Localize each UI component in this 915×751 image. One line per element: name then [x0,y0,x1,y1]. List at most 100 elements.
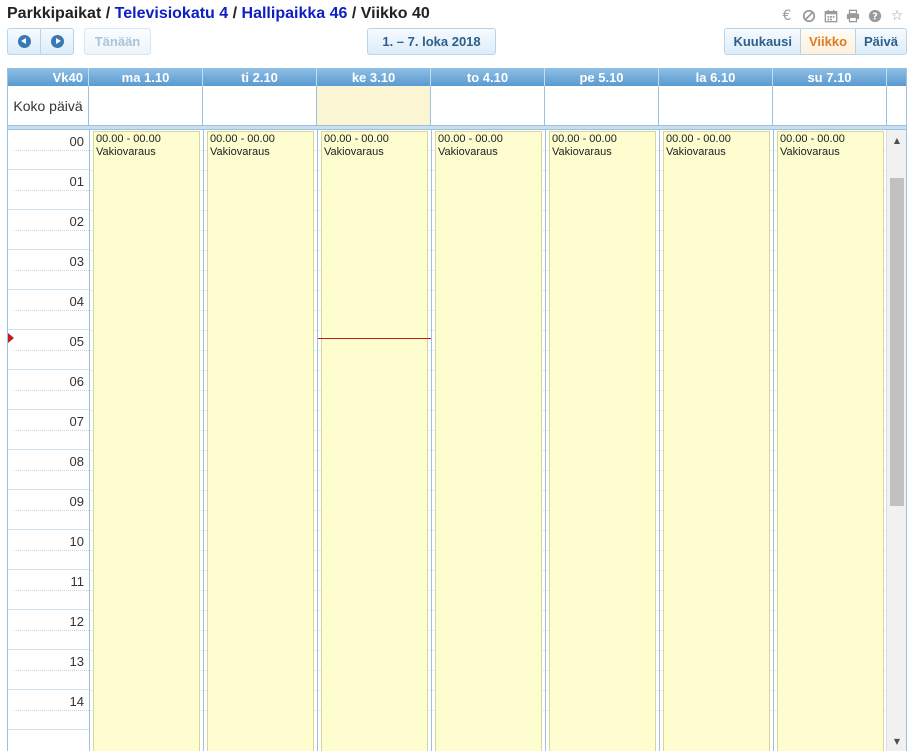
prev-week-button[interactable] [8,29,40,54]
day-header[interactable]: ma 1.10 [89,68,203,86]
today-button[interactable]: Tänään [84,28,151,55]
breadcrumb-separator: / [351,5,357,22]
half-hour-line [14,270,89,271]
half-hour-line [14,470,89,471]
hour-slot: 09 [8,490,89,530]
scroll-up-arrow-icon[interactable]: ▲ [887,133,906,147]
day-header[interactable]: ke 3.10 [317,68,431,86]
hour-label: 10 [69,534,84,549]
reservation-event[interactable]: 00.00 - 00.00 Vakiovaraus [207,131,314,751]
view-week-button[interactable]: Viikko [799,29,856,54]
event-title: Vakiovaraus [210,146,270,158]
reservation-event[interactable]: 00.00 - 00.00 Vakiovaraus [549,131,656,751]
scrollbar-thumb[interactable] [890,178,904,506]
breadcrumb-location-link[interactable]: Televisiokatu 4 [115,5,229,22]
prev-next-group [7,28,74,55]
scroll-down-arrow-icon[interactable]: ▼ [887,734,906,748]
half-hour-line [14,430,89,431]
hour-slot: 04 [8,290,89,330]
hour-slot: 14 [8,690,89,730]
print-icon[interactable] [845,8,861,24]
half-hour-line [14,190,89,191]
reservation-event[interactable]: 00.00 - 00.00 Vakiovaraus [663,131,770,751]
breadcrumb-separator: / [105,5,111,22]
help-icon[interactable]: ? [867,8,883,24]
event-time: 00.00 - 00.00 [438,133,503,145]
euro-icon[interactable]: € [779,8,795,24]
event-title: Vakiovaraus [780,146,840,158]
vertical-scrollbar[interactable]: ▲ ▼ [886,130,906,751]
hour-slot: 00 [8,130,89,170]
hour-label: 02 [69,214,84,229]
day-column[interactable]: 00.00 - 00.00 Vakiovaraus [203,130,317,751]
event-time: 00.00 - 00.00 [552,133,617,145]
breadcrumb-current: Viikko 40 [360,5,430,22]
all-day-cell[interactable] [203,86,317,125]
day-column[interactable]: 00.00 - 00.00 Vakiovaraus [317,130,431,751]
event-title: Vakiovaraus [96,146,156,158]
next-week-button[interactable] [40,29,73,54]
hour-label: 08 [69,454,84,469]
calendar-header-row: Vk40 ma 1.10 ti 2.10 ke 3.10 to 4.10 pe … [8,68,906,86]
hour-label: 04 [69,294,84,309]
chevron-left-icon [17,35,31,48]
all-day-cell-today[interactable] [317,86,431,125]
day-column[interactable]: 00.00 - 00.00 Vakiovaraus [545,130,659,751]
hour-slot: 12 [8,610,89,650]
event-time: 00.00 - 00.00 [324,133,389,145]
hour-label: 05 [69,334,84,349]
event-title: Vakiovaraus [666,146,726,158]
breadcrumb: Parkkipaikat / Televisiokatu 4 / Hallipa… [7,5,430,23]
event-time: 00.00 - 00.00 [666,133,731,145]
time-axis: 00 01 02 03 04 05 06 07 08 09 10 11 12 13 14 [8,130,89,751]
day-header[interactable]: pe 5.10 [545,68,659,86]
all-day-label: Koko päivä [8,86,89,125]
day-header[interactable]: su 7.10 [773,68,887,86]
all-day-cell[interactable] [545,86,659,125]
hour-slot: 05 [8,330,89,370]
all-day-cell[interactable] [89,86,203,125]
day-column[interactable]: 00.00 - 00.00 Vakiovaraus [89,130,203,751]
day-header[interactable]: to 4.10 [431,68,545,86]
reservation-event[interactable]: 00.00 - 00.00 Vakiovaraus [435,131,542,751]
hour-label: 06 [69,374,84,389]
all-day-cell[interactable] [659,86,773,125]
all-day-spacer [887,86,906,125]
top-toolbar-icons: € ? ☆ [779,8,905,24]
event-title: Vakiovaraus [552,146,612,158]
breadcrumb-spot-link[interactable]: Hallipaikka 46 [242,5,348,22]
day-column[interactable]: 00.00 - 00.00 Vakiovaraus [431,130,545,751]
date-range-button[interactable]: 1. – 7. loka 2018 [367,28,496,55]
block-icon[interactable] [801,8,817,24]
half-hour-line [14,550,89,551]
hour-slot: 07 [8,410,89,450]
hour-slot: 01 [8,170,89,210]
day-header[interactable]: la 6.10 [659,68,773,86]
hour-slot: 11 [8,570,89,610]
view-day-button[interactable]: Päivä [855,29,906,54]
event-time: 00.00 - 00.00 [210,133,275,145]
hour-label: 07 [69,414,84,429]
hour-label: 11 [70,574,85,589]
hour-label: 13 [69,654,84,669]
half-hour-line [14,670,89,671]
event-time: 00.00 - 00.00 [780,133,845,145]
all-day-cell[interactable] [773,86,887,125]
hour-slot: 10 [8,530,89,570]
half-hour-line [14,350,89,351]
hour-label: 14 [69,694,84,709]
half-hour-line [14,590,89,591]
current-time-marker [8,333,14,343]
calendar-icon[interactable] [823,8,839,24]
day-column[interactable]: 00.00 - 00.00 Vakiovaraus [659,130,773,751]
day-header[interactable]: ti 2.10 [203,68,317,86]
chevron-right-icon [50,35,64,48]
hour-label: 00 [69,134,84,149]
view-month-button[interactable]: Kuukausi [725,29,800,54]
star-icon[interactable]: ☆ [889,8,905,24]
reservation-event[interactable]: 00.00 - 00.00 Vakiovaraus [93,131,200,751]
reservation-event[interactable]: 00.00 - 00.00 Vakiovaraus [321,131,428,751]
reservation-event[interactable]: 00.00 - 00.00 Vakiovaraus [777,131,884,751]
day-column[interactable]: 00.00 - 00.00 Vakiovaraus [773,130,887,751]
all-day-cell[interactable] [431,86,545,125]
